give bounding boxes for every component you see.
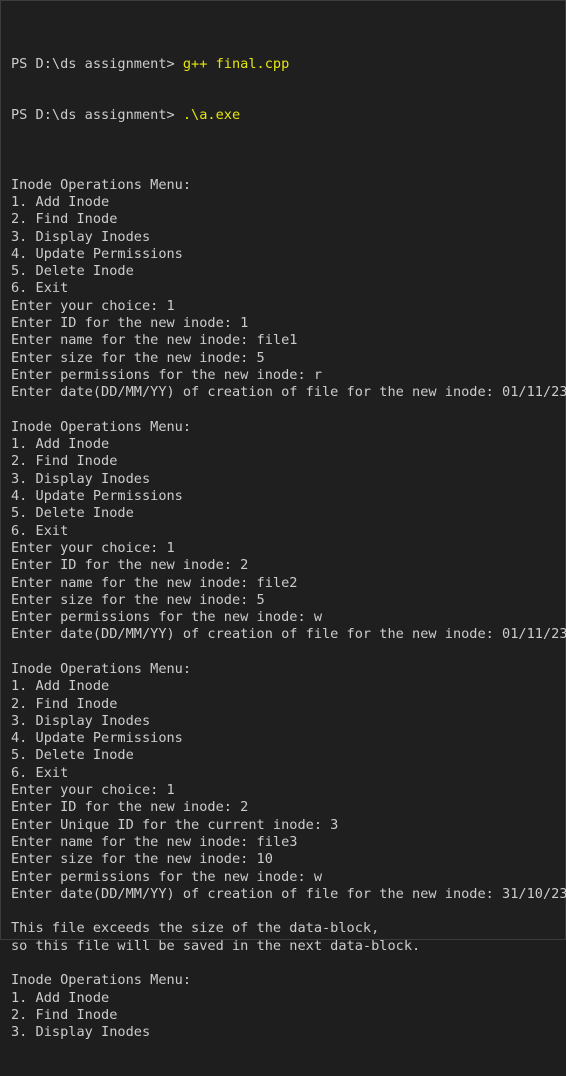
- program-output: Inode Operations Menu: 1. Add Inode 2. Fin…: [11, 159, 566, 1041]
- output-line: 1. Add Inode: [11, 193, 110, 210]
- output-line: Enter size for the new inode: 10: [11, 851, 273, 868]
- output-line: Enter your choice: 1: [11, 297, 175, 314]
- output-line: Inode Operations Menu:: [11, 418, 192, 435]
- output-line: 1. Add Inode: [11, 678, 110, 695]
- prompt-prefix: PS D:\ds assignment>: [11, 55, 183, 72]
- output-line: Enter ID for the new inode: 2: [11, 799, 249, 816]
- output-line: Enter date(DD/MM/YY) of creation of file…: [11, 384, 566, 401]
- output-line: Enter date(DD/MM/YY) of creation of file…: [11, 885, 566, 902]
- prompt-prefix: PS D:\ds assignment>: [11, 107, 183, 124]
- output-line: so this file will be saved in the next d…: [11, 937, 421, 954]
- output-line: 1. Add Inode: [11, 989, 110, 1006]
- output-line: Enter date(DD/MM/YY) of creation of file…: [11, 626, 566, 643]
- output-line: 3. Display Inodes: [11, 228, 151, 245]
- prompt-command: .\a.exe: [182, 107, 241, 124]
- output-line: Enter ID for the new inode: 2: [11, 557, 249, 574]
- output-line: 4. Update Permissions: [11, 730, 183, 747]
- output-line: Enter name for the new inode: file1: [11, 332, 298, 349]
- terminal-window[interactable]: PS D:\ds assignment> g++ final.cpp PS D:…: [0, 0, 566, 1040]
- output-line: 4. Update Permissions: [11, 245, 183, 262]
- output-line: Enter ID for the new inode: 1: [11, 315, 249, 332]
- output-line: This file exceeds the size of the data-b…: [11, 920, 380, 937]
- output-line: 3. Display Inodes: [11, 470, 151, 487]
- output-line: 2. Find Inode: [11, 695, 118, 712]
- output-line: Inode Operations Menu:: [11, 972, 192, 989]
- output-line: Enter Unique ID for the current inode: 3: [11, 816, 339, 833]
- output-line: 3. Display Inodes: [11, 712, 151, 729]
- output-line: Enter your choice: 1: [11, 782, 175, 799]
- output-line: 6. Exit: [11, 764, 69, 781]
- output-line: Enter size for the new inode: 5: [11, 349, 265, 366]
- output-line: Enter name for the new inode: file2: [11, 574, 298, 591]
- prompt-command: g++ final.cpp: [182, 55, 290, 72]
- output-line: 2. Find Inode: [11, 211, 118, 228]
- output-line: 6. Exit: [11, 522, 69, 539]
- terminal-output[interactable]: PS D:\ds assignment> g++ final.cpp PS D:…: [11, 21, 566, 1076]
- output-line: 5. Delete Inode: [11, 747, 134, 764]
- output-line: Enter name for the new inode: file3: [11, 833, 298, 850]
- output-line: 5. Delete Inode: [11, 505, 134, 522]
- output-line: 2. Find Inode: [11, 453, 118, 470]
- output-line: Inode Operations Menu:: [11, 660, 192, 677]
- prompt-line: PS D:\ds assignment> .\a.exe: [11, 107, 559, 124]
- output-line: Enter permissions for the new inode: w: [11, 609, 322, 626]
- output-line: 4. Update Permissions: [11, 488, 183, 505]
- output-line: Enter size for the new inode: 5: [11, 591, 265, 608]
- output-line: Enter your choice: 1: [11, 539, 175, 556]
- prompt-line: PS D:\ds assignment> g++ final.cpp: [11, 56, 559, 73]
- output-line: 5. Delete Inode: [11, 263, 134, 280]
- output-line: Inode Operations Menu:: [11, 176, 192, 193]
- output-line: 3. Display Inodes: [11, 1024, 151, 1041]
- output-line: Enter permissions for the new inode: r: [11, 366, 322, 383]
- output-line: Enter permissions for the new inode: w: [11, 868, 322, 885]
- output-line: 1. Add Inode: [11, 436, 110, 453]
- output-line: 2. Find Inode: [11, 1006, 118, 1023]
- output-line: 6. Exit: [11, 280, 69, 297]
